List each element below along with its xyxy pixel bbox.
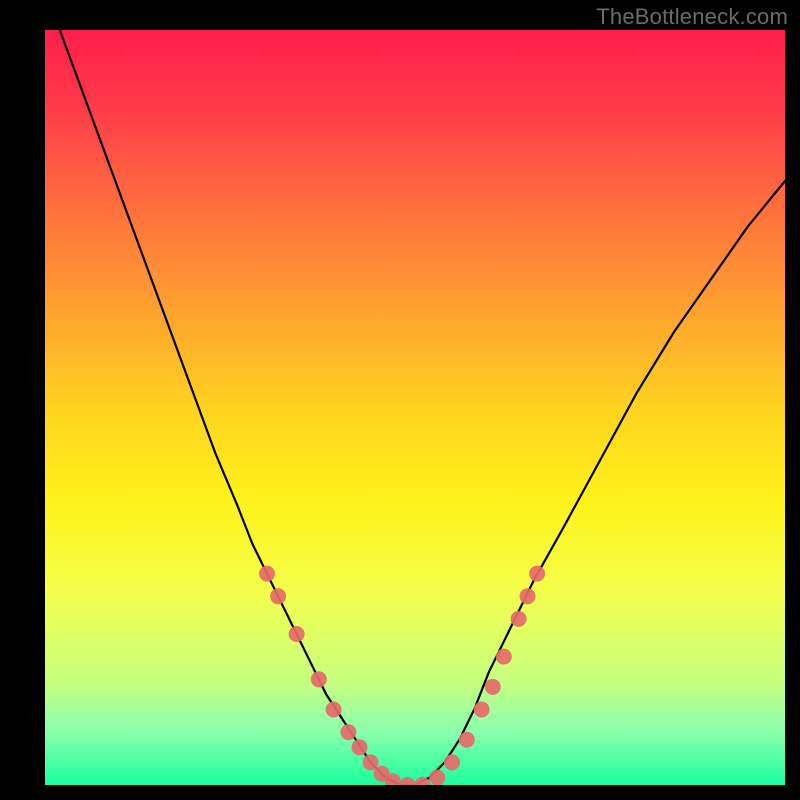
marker-dot [259,566,275,582]
chart-frame: TheBottleneck.com [0,0,800,800]
marker-dot [326,702,342,718]
marker-dot [289,626,305,642]
plot-area [45,30,785,785]
marker-dot [340,724,356,740]
marker-dot [352,739,368,755]
marker-dot [511,611,527,627]
marker-dot [444,754,460,770]
marker-dot [270,588,286,604]
marker-dot [474,702,490,718]
gradient-background [45,30,785,785]
marker-dot [520,588,536,604]
marker-dot [529,566,545,582]
marker-dot [496,649,512,665]
marker-dot [485,679,501,695]
marker-dot [311,671,327,687]
watermark-text: TheBottleneck.com [596,4,788,30]
marker-dot [429,770,445,786]
marker-dot [459,732,475,748]
plot-svg [45,30,785,785]
